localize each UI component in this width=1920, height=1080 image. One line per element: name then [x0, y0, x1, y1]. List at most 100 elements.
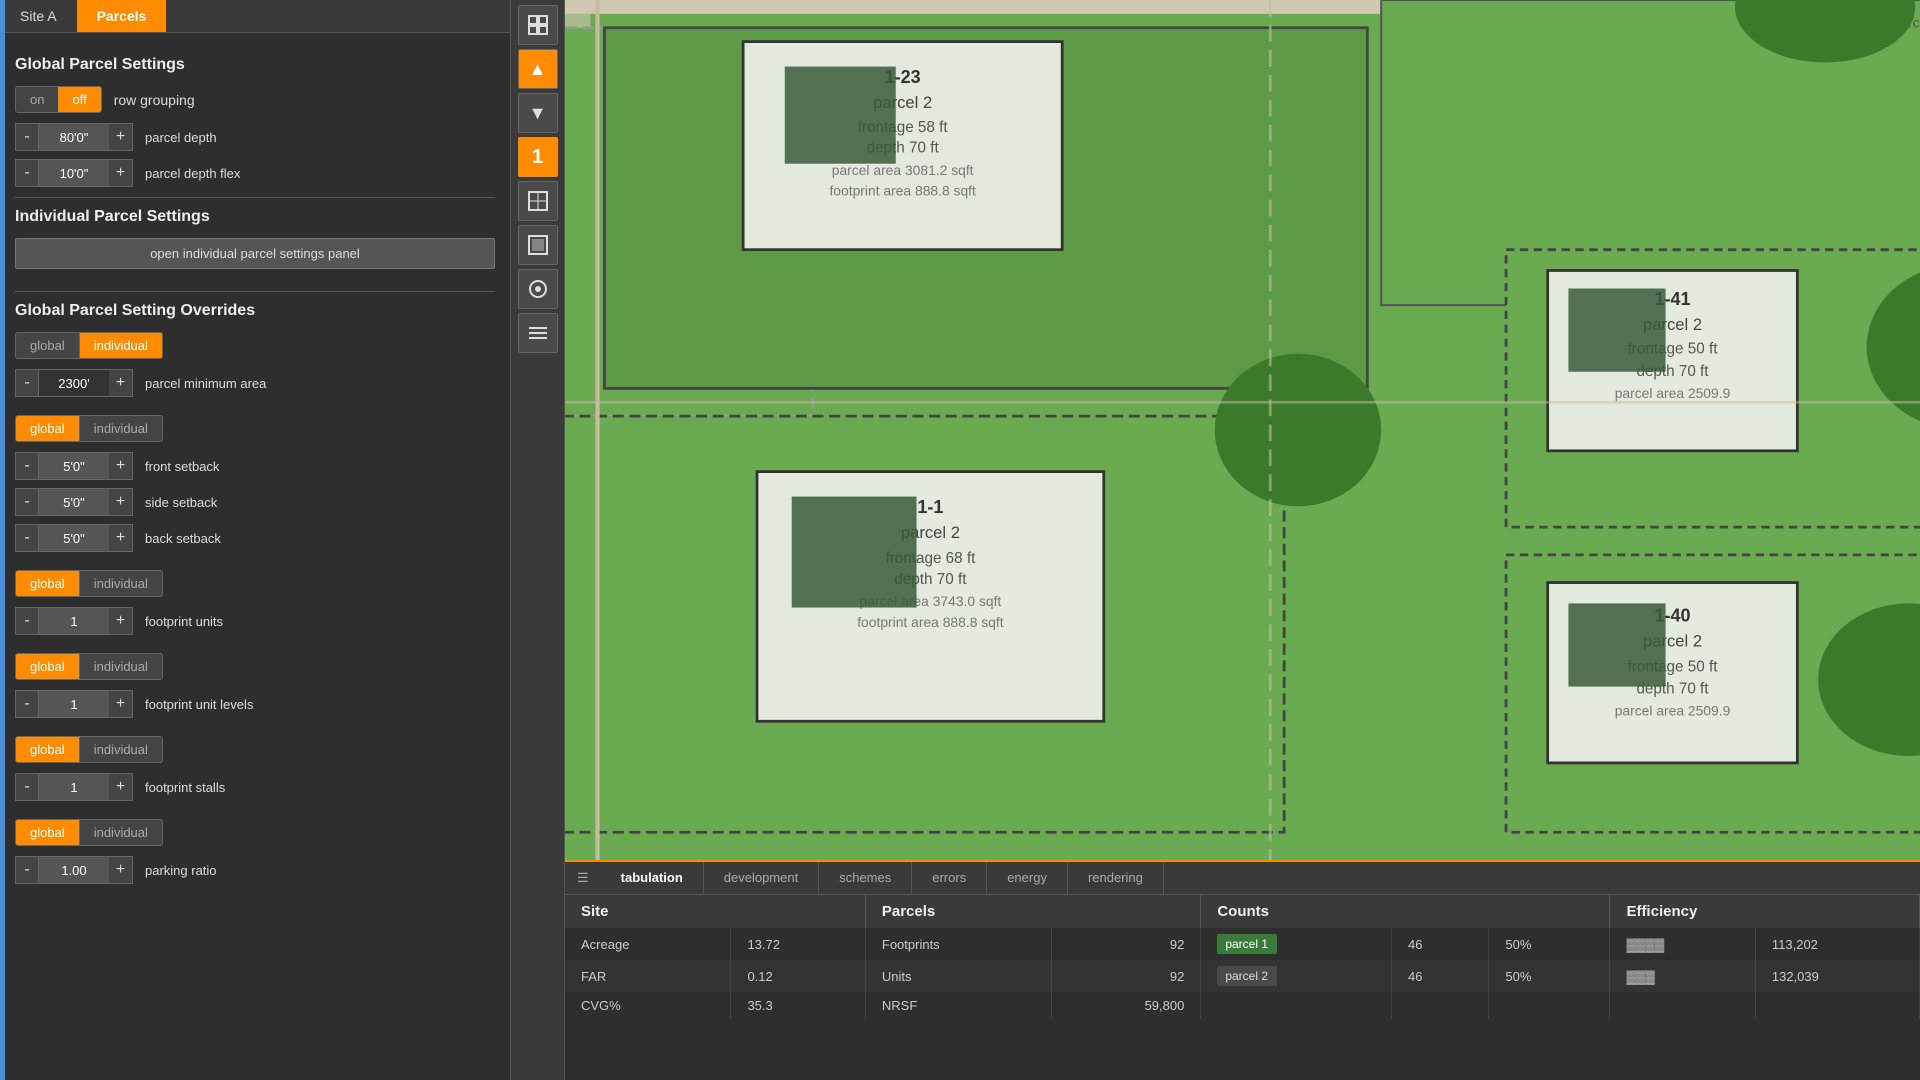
map-area[interactable]: 1-23 parcel 2 frontage 58 ft depth 70 ft… [565, 0, 1920, 860]
tab-site-a[interactable]: Site A [0, 0, 77, 32]
circle-view-btn[interactable] [518, 269, 558, 309]
parcel2-count: 46 [1392, 960, 1489, 992]
footprint-units-plus[interactable]: + [109, 607, 133, 635]
parcel-depth-plus[interactable]: + [109, 123, 133, 151]
parking-ratio-individual-btn[interactable]: individual [80, 819, 163, 846]
parking-ratio-value: 1.00 [39, 856, 109, 884]
parking-ratio-section: global individual - 1.00 + parking ratio [15, 819, 495, 884]
far-label: FAR [565, 960, 731, 992]
footprint-stalls-minus[interactable]: - [15, 773, 39, 801]
left-panel: Site A Parcels Global Parcel Settings on… [0, 0, 510, 1080]
divider-1 [15, 197, 495, 198]
footprint-stalls-label: footprint stalls [145, 780, 225, 795]
footprint-units-global-btn[interactable]: global [15, 570, 80, 597]
front-setback-plus[interactable]: + [109, 452, 133, 480]
toggle-on-btn[interactable]: on [16, 87, 58, 112]
back-setback-minus[interactable]: - [15, 524, 39, 552]
empty-cell-2 [1392, 992, 1489, 1019]
acreage-value: 13.72 [731, 928, 865, 960]
tab-rendering[interactable]: rendering [1068, 862, 1164, 894]
min-area-stepper-row: - 2300' + parcel minimum area [15, 369, 495, 397]
zoom-in-btn[interactable]: ▲ [518, 49, 558, 89]
footprints-value: 92 [1052, 928, 1201, 960]
nrsf-label: NRSF [865, 992, 1051, 1019]
cvg-label: CVG% [565, 992, 731, 1019]
layer-num-btn[interactable]: 1 [518, 137, 558, 177]
footprint-unit-levels-minus[interactable]: - [15, 690, 39, 718]
back-setback-plus[interactable]: + [109, 524, 133, 552]
efficiency-num2: 132,039 [1755, 960, 1919, 992]
tab-schemes[interactable]: schemes [819, 862, 912, 894]
map-view-1-btn[interactable] [518, 181, 558, 221]
back-setback-row: - 5'0" + back setback [15, 524, 495, 552]
parcel2-pct: 50% [1489, 960, 1610, 992]
min-area-plus[interactable]: + [109, 369, 133, 397]
empty-cell-5 [1755, 992, 1919, 1019]
col-counts-header: Counts [1201, 895, 1610, 928]
footprint-unit-levels-value: 1 [39, 690, 109, 718]
min-area-value: 2300' [39, 369, 109, 397]
svg-text:footprint area 888.8 sqft: footprint area 888.8 sqft [857, 614, 1004, 630]
parking-ratio-stepper-row: - 1.00 + parking ratio [15, 856, 495, 884]
parcel-depth-flex-minus[interactable]: - [15, 159, 39, 187]
grid-view-btn[interactable] [518, 5, 558, 45]
min-area-individual-btn[interactable]: individual [80, 332, 163, 359]
min-area-global-btn[interactable]: global [15, 332, 80, 359]
table-row: Acreage 13.72 Footprints 92 parcel 1 46 … [565, 928, 1920, 960]
footprint-unit-levels-plus[interactable]: + [109, 690, 133, 718]
min-area-minus[interactable]: - [15, 369, 39, 397]
empty-cell-3 [1489, 992, 1610, 1019]
blue-bar [0, 0, 5, 1080]
hamburger-btn[interactable]: ☰ [565, 862, 601, 894]
svg-text:parcel area 2509.9: parcel area 2509.9 [1615, 385, 1731, 401]
empty-cell-4 [1610, 992, 1755, 1019]
side-setback-plus[interactable]: + [109, 488, 133, 516]
layers-btn[interactable] [518, 313, 558, 353]
parking-ratio-label: parking ratio [145, 863, 217, 878]
parcel-depth-flex-label: parcel depth flex [145, 166, 240, 181]
footprint-unit-levels-individual-btn[interactable]: individual [80, 653, 163, 680]
parcel1-count: 46 [1392, 928, 1489, 960]
footprint-stalls-plus[interactable]: + [109, 773, 133, 801]
col-site-header: Site [565, 895, 865, 928]
zoom-out-btn[interactable]: ▼ [518, 93, 558, 133]
footprint-units-minus[interactable]: - [15, 607, 39, 635]
tab-errors[interactable]: errors [912, 862, 987, 894]
side-setback-minus[interactable]: - [15, 488, 39, 516]
footprint-unit-levels-global-btn[interactable]: global [15, 653, 80, 680]
tab-energy[interactable]: energy [987, 862, 1068, 894]
footprint-units-individual-btn[interactable]: individual [80, 570, 163, 597]
setbacks-global-btn[interactable]: global [15, 415, 80, 442]
side-setback-value: 5'0" [39, 488, 109, 516]
units-value: 92 [1052, 960, 1201, 992]
parcel-depth-flex-plus[interactable]: + [109, 159, 133, 187]
parking-ratio-global-btn[interactable]: global [15, 819, 80, 846]
parcel-depth-minus[interactable]: - [15, 123, 39, 151]
footprint-stalls-global-btn[interactable]: global [15, 736, 80, 763]
map-view-2-btn[interactable] [518, 225, 558, 265]
tab-development[interactable]: development [704, 862, 819, 894]
tab-tabulation[interactable]: tabulation [601, 862, 704, 894]
open-individual-settings-btn[interactable]: open individual parcel settings panel [15, 238, 495, 269]
bottom-table: Site Parcels Counts Efficiency Acreage 1… [565, 895, 1920, 1080]
toggle-off-btn[interactable]: off [58, 87, 100, 112]
footprint-stalls-individual-btn[interactable]: individual [80, 736, 163, 763]
right-section: 1-23 parcel 2 frontage 58 ft depth 70 ft… [565, 0, 1920, 1080]
footprint-stalls-gi-toggle: global individual [15, 736, 495, 763]
row-grouping-toggle: on off [15, 86, 102, 113]
parking-ratio-minus[interactable]: - [15, 856, 39, 884]
min-area-label: parcel minimum area [145, 376, 266, 391]
tab-parcels[interactable]: Parcels [77, 0, 167, 32]
front-setback-minus[interactable]: - [15, 452, 39, 480]
min-area-section: global individual - 2300' + parcel minim… [15, 332, 495, 397]
footprint-stalls-stepper-row: - 1 + footprint stalls [15, 773, 495, 801]
parcel-depth-flex-row: - 10'0" + parcel depth flex [15, 159, 495, 187]
back-setback-value: 5'0" [39, 524, 109, 552]
far-value: 0.12 [731, 960, 865, 992]
setbacks-individual-btn[interactable]: individual [80, 415, 163, 442]
overrides-title: Global Parcel Setting Overrides [15, 302, 495, 320]
bottom-panel: ☰ tabulation development schemes errors … [565, 860, 1920, 1080]
footprint-stalls-value: 1 [39, 773, 109, 801]
footprint-units-gi-toggle: global individual [15, 570, 495, 597]
parking-ratio-plus[interactable]: + [109, 856, 133, 884]
